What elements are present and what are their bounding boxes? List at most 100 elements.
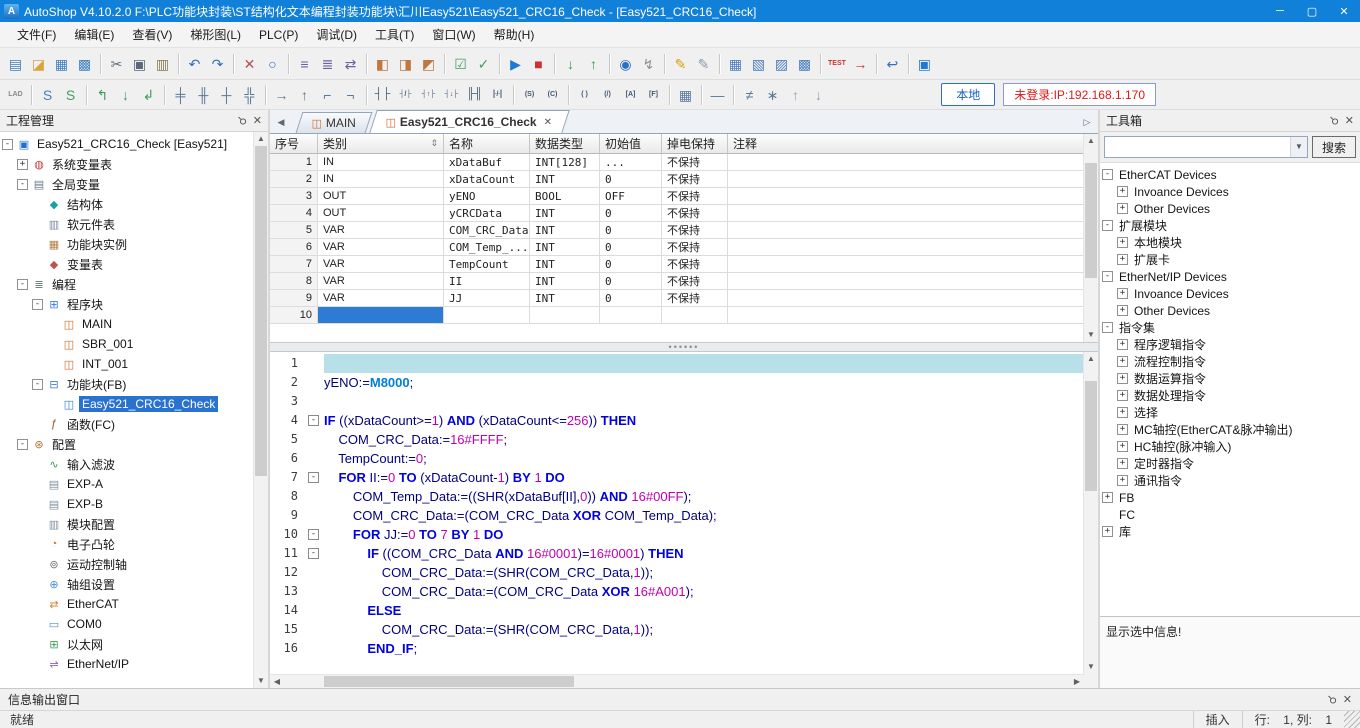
tab-scroll-right-button[interactable]: ▷ bbox=[1079, 114, 1095, 131]
collapse-icon[interactable]: - bbox=[1102, 322, 1113, 333]
collapse-icon[interactable]: - bbox=[1102, 220, 1113, 231]
collapse-icon[interactable]: - bbox=[308, 415, 319, 426]
tree-item[interactable]: +MC轴控(EtherCAT&脉冲输出) bbox=[1100, 421, 1360, 438]
code-text[interactable]: COM_CRC_Data:=16#FFFF; bbox=[324, 430, 1084, 449]
table-cell[interactable]: 10 bbox=[270, 307, 318, 324]
table-cell[interactable]: 2 bbox=[270, 171, 318, 188]
tree-item[interactable]: +数据处理指令 bbox=[1100, 387, 1360, 404]
table-cell[interactable]: VAR bbox=[318, 290, 444, 307]
column-header[interactable]: 序号 bbox=[270, 134, 318, 154]
table-cell[interactable]: 0 bbox=[600, 273, 662, 290]
table-cell[interactable] bbox=[662, 307, 728, 324]
new-project-button[interactable]: ▤ bbox=[4, 52, 27, 75]
table-cell[interactable]: COM_CRC_Data bbox=[444, 222, 530, 239]
table-cell[interactable]: 0 bbox=[600, 290, 662, 307]
collapse-icon[interactable]: - bbox=[32, 379, 43, 390]
write-mode-button[interactable]: ✎ bbox=[669, 52, 692, 75]
menu-plc[interactable]: PLC(P) bbox=[250, 25, 307, 45]
table-cell[interactable]: 4 bbox=[270, 205, 318, 222]
code-text[interactable]: yENO:=M8000; bbox=[324, 373, 1084, 392]
code-text[interactable]: ELSE bbox=[324, 601, 1084, 620]
scroll-right-icon[interactable]: ▶ bbox=[1070, 675, 1084, 689]
expand-icon[interactable]: + bbox=[1117, 203, 1128, 214]
tree-item[interactable]: -指令集 bbox=[1100, 319, 1360, 336]
delete-button[interactable]: ✕ bbox=[238, 52, 261, 75]
sfc-box-button[interactable]: S bbox=[59, 83, 82, 106]
code-text[interactable]: FOR II:=0 TO (xDataCount-1) BY 1 DO bbox=[324, 468, 1084, 487]
table-cell[interactable] bbox=[728, 239, 1084, 256]
table-cell[interactable]: JJ bbox=[444, 290, 530, 307]
find-button[interactable]: ○ bbox=[261, 52, 284, 75]
scroll-down-icon[interactable]: ▼ bbox=[1084, 328, 1098, 342]
delete-row-button[interactable]: ╫ bbox=[192, 83, 215, 106]
compile-all-button[interactable]: ≣ bbox=[316, 52, 339, 75]
expand-icon[interactable]: + bbox=[1117, 390, 1128, 401]
insert-cell-button[interactable]: ┼ bbox=[215, 83, 238, 106]
table-cell[interactable]: 0 bbox=[600, 222, 662, 239]
menu-ladder[interactable]: 梯形图(L) bbox=[181, 23, 250, 46]
table-cell[interactable]: INT[128] bbox=[530, 154, 600, 171]
tree-item[interactable]: ◫Easy521_CRC16_Check bbox=[0, 394, 253, 414]
table-cell[interactable]: 0 bbox=[600, 256, 662, 273]
coil-not-button[interactable]: (/) bbox=[596, 83, 619, 106]
table-cell[interactable] bbox=[318, 307, 444, 324]
expand-icon[interactable]: + bbox=[17, 159, 28, 170]
star-op-button[interactable]: ∗ bbox=[761, 83, 784, 106]
redo-button[interactable]: ↷ bbox=[206, 52, 229, 75]
tree-item[interactable]: +Other Devices bbox=[1100, 200, 1360, 217]
pin-icon[interactable]: ⚲ bbox=[1324, 692, 1339, 707]
table-cell[interactable]: 0 bbox=[600, 171, 662, 188]
tree-item[interactable]: ⇄EtherCAT bbox=[0, 594, 253, 614]
expand-icon[interactable]: + bbox=[1117, 305, 1128, 316]
coil-reset-button[interactable]: (C) bbox=[541, 83, 564, 106]
contact-falling-button[interactable]: ┤↓├ bbox=[440, 83, 463, 106]
collapse-icon[interactable]: - bbox=[1102, 271, 1113, 282]
table-cell[interactable] bbox=[728, 205, 1084, 222]
close-icon[interactable]: ✕ bbox=[1343, 693, 1352, 706]
table-cell[interactable]: COM_Temp_... bbox=[444, 239, 530, 256]
insert-above-button[interactable]: ↰ bbox=[91, 83, 114, 106]
save-button[interactable]: ▦ bbox=[50, 52, 73, 75]
table-cell[interactable]: INT bbox=[530, 171, 600, 188]
table-cell[interactable]: VAR bbox=[318, 239, 444, 256]
tree-item[interactable]: ◆变量表 bbox=[0, 254, 253, 274]
grid-toggle-button[interactable]: ▦ bbox=[674, 83, 697, 106]
code-text[interactable]: COM_CRC_Data:=(SHR(COM_CRC_Data,1)); bbox=[324, 563, 1084, 582]
chevron-down-icon[interactable]: ▼ bbox=[1290, 137, 1307, 157]
table-cell[interactable]: ... bbox=[600, 154, 662, 171]
table-cell[interactable]: 9 bbox=[270, 290, 318, 307]
tree-item[interactable]: +扩展卡 bbox=[1100, 251, 1360, 268]
close-icon[interactable]: ✕ bbox=[1345, 114, 1354, 127]
expand-icon[interactable]: + bbox=[1117, 288, 1128, 299]
code-text[interactable] bbox=[324, 354, 1084, 373]
draw-hline-button[interactable]: → bbox=[270, 83, 293, 106]
read-mode-button[interactable]: ✎ bbox=[692, 52, 715, 75]
tree-item[interactable]: ▦功能块实例 bbox=[0, 234, 253, 254]
tree-item[interactable]: -⊞程序块 bbox=[0, 294, 253, 314]
table-cell[interactable] bbox=[728, 290, 1084, 307]
tree-item[interactable]: +库 bbox=[1100, 523, 1360, 540]
tree-item[interactable]: +Other Devices bbox=[1100, 302, 1360, 319]
maximize-button[interactable]: ▢ bbox=[1296, 0, 1328, 22]
draw-vline-button[interactable]: ↑ bbox=[293, 83, 316, 106]
expand-icon[interactable]: + bbox=[1117, 373, 1128, 384]
hline-tool-button[interactable]: — bbox=[706, 83, 729, 106]
expand-icon[interactable]: + bbox=[1117, 475, 1128, 486]
tree-item[interactable]: -⊟功能块(FB) bbox=[0, 374, 253, 394]
table-cell[interactable]: 1 bbox=[270, 154, 318, 171]
tree-item[interactable]: +流程控制指令 bbox=[1100, 353, 1360, 370]
expand-icon[interactable]: + bbox=[1102, 492, 1113, 503]
table-cell[interactable] bbox=[728, 171, 1084, 188]
simulator-button[interactable]: ▣ bbox=[913, 52, 936, 75]
tree-item[interactable]: +通讯指令 bbox=[1100, 472, 1360, 489]
expand-icon[interactable]: + bbox=[1117, 407, 1128, 418]
tree-item[interactable]: ∿输入滤波 bbox=[0, 454, 253, 474]
window-cascade-button[interactable]: ◩ bbox=[417, 52, 440, 75]
table-cell[interactable]: 不保持 bbox=[662, 171, 728, 188]
table-cell[interactable]: OFF bbox=[600, 188, 662, 205]
tree-item[interactable]: -EtherNet/IP Devices bbox=[1100, 268, 1360, 285]
tree-item[interactable]: +本地模块 bbox=[1100, 234, 1360, 251]
table-cell[interactable]: 不保持 bbox=[662, 205, 728, 222]
table-cell[interactable]: BOOL bbox=[530, 188, 600, 205]
table-cell[interactable] bbox=[530, 307, 600, 324]
